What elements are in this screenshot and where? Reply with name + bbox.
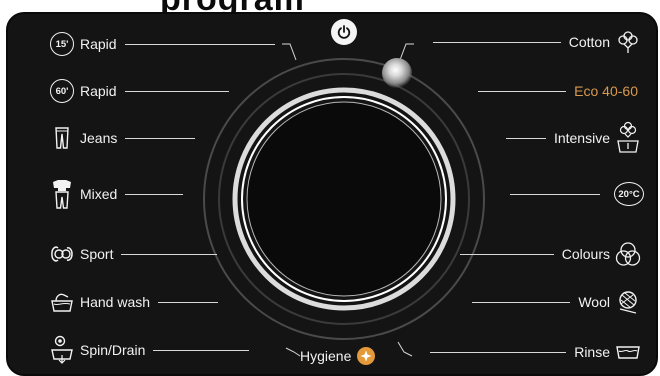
program-label: Jeans [80, 130, 118, 146]
program-rinse[interactable]: Rinse [430, 338, 642, 366]
jeans-icon [48, 124, 76, 152]
spin-bend [285, 347, 301, 357]
temperature-20c-icon: 20°C [612, 180, 646, 208]
program-label: Sport [80, 246, 114, 262]
rapid-60-badge: 60' [50, 79, 74, 103]
rinse-icon [614, 338, 642, 366]
hygiene-icon [357, 347, 376, 365]
program-rapid-60[interactable]: 60' Rapid [48, 77, 229, 105]
program-colours[interactable]: Colours [459, 240, 642, 268]
program-label: Rapid [80, 36, 117, 52]
leader-line [478, 90, 567, 92]
leader-line [510, 193, 600, 195]
leader-line [472, 301, 571, 303]
leader-line [121, 253, 218, 255]
sport-icon [48, 240, 76, 268]
leader-line [125, 193, 184, 195]
leader-line [124, 43, 275, 45]
program-sport[interactable]: Sport [48, 240, 218, 268]
leader-line [125, 137, 196, 139]
program-spin-drain[interactable]: Spin/Drain [48, 335, 250, 364]
temperature-badge: 20°C [614, 182, 644, 206]
mixed-clothes-icon [48, 180, 76, 209]
program-label: Rapid [80, 83, 117, 99]
power-icon [337, 25, 351, 39]
program-hand-wash[interactable]: Hand wash [48, 288, 219, 316]
cotton-rapid-bend-left [282, 43, 297, 61]
rapid-15-badge: 15' [50, 32, 74, 56]
program-label: Eco 40-60 [574, 83, 638, 99]
leader-line [124, 90, 229, 92]
program-wool[interactable]: Wool [472, 288, 642, 316]
program-label: Hygiene [300, 348, 352, 364]
leader-line [459, 253, 554, 255]
program-label: Hand wash [80, 294, 151, 310]
leader-line [505, 137, 546, 139]
program-eco-40-60[interactable]: Eco 40-60 [478, 77, 638, 105]
rapid-60-icon: 60' [48, 77, 76, 105]
program-label: Mixed [80, 186, 118, 202]
program-rapid-15[interactable]: 15' Rapid [48, 30, 275, 58]
cotton-flower-icon [614, 28, 642, 56]
dial-center [246, 101, 442, 297]
program-label: Colours [561, 246, 610, 262]
rinse-bend [397, 341, 413, 357]
program-label: Spin/Drain [80, 342, 146, 358]
wool-icon [614, 288, 642, 316]
program-label: Rinse [574, 344, 610, 360]
program-label: Wool [578, 294, 610, 310]
colours-icon [614, 240, 642, 268]
program-mixed[interactable]: Mixed [48, 180, 184, 209]
power-button[interactable] [331, 19, 357, 45]
program-cotton[interactable]: Cotton [432, 28, 642, 56]
leader-line [153, 349, 250, 351]
program-label: Intensive [553, 130, 610, 146]
hand-wash-icon [48, 288, 76, 316]
intensive-icon [614, 121, 642, 155]
program-label: Cotton [568, 34, 610, 50]
program-jeans[interactable]: Jeans [48, 124, 196, 152]
program-intensive[interactable]: Intensive [505, 121, 642, 155]
program-hygiene[interactable]: Hygiene [300, 344, 376, 368]
spin-drain-icon [48, 335, 76, 364]
dial-indicator-knob [382, 58, 412, 88]
program-20c[interactable]: 20°C [510, 180, 646, 208]
leader-line [432, 41, 561, 43]
leader-line [430, 351, 567, 353]
cotton-bend-right [399, 43, 414, 61]
leader-line [158, 301, 219, 303]
rapid-15-icon: 15' [48, 30, 76, 58]
